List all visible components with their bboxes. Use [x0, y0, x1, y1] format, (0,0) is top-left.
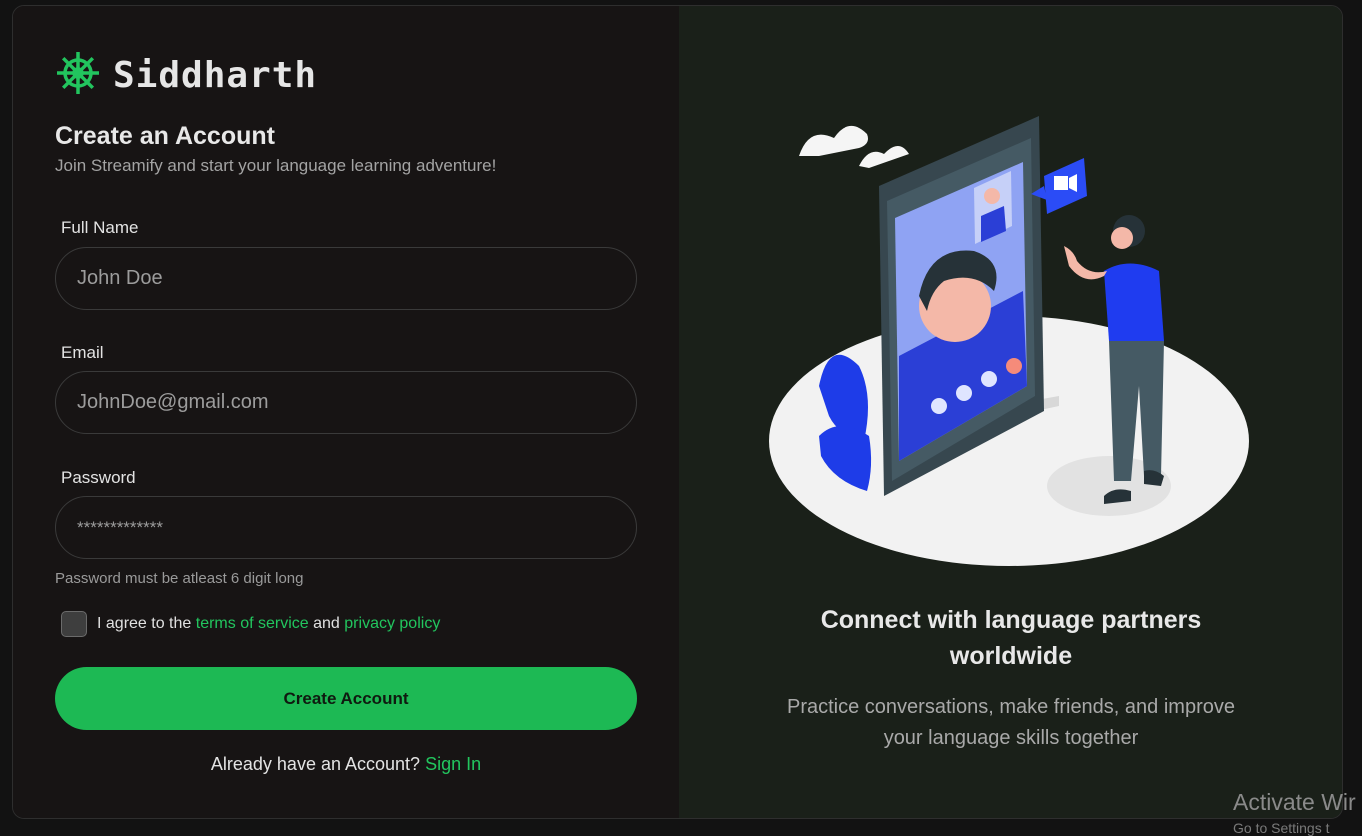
privacy-link[interactable]: privacy policy: [344, 615, 440, 632]
full-name-input[interactable]: [55, 247, 637, 310]
full-name-label: Full Name: [61, 218, 139, 237]
signin-link[interactable]: Sign In: [425, 754, 481, 774]
email-label: Email: [61, 343, 104, 362]
create-account-button[interactable]: Create Account: [55, 667, 637, 730]
signin-prompt: Already have an Account? Sign In: [13, 754, 679, 775]
signin-prompt-text: Already have an Account?: [210, 754, 421, 774]
password-hint: Password must be atleast 6 digit long: [55, 570, 304, 587]
promo-desc-line1: Practice conversations, make friends, an…: [787, 696, 1235, 718]
promo-desc-line2: your language skills together: [883, 727, 1139, 749]
brand-name: Siddharth: [113, 55, 318, 96]
password-input[interactable]: [55, 496, 637, 559]
password-label: Password: [61, 468, 136, 487]
agree-prefix: I agree to the: [97, 615, 192, 632]
ship-wheel-icon: [55, 50, 101, 101]
agree-text: I agree to the terms of service and priv…: [97, 615, 440, 633]
signup-card: Siddharth Create an Account Join Streami…: [12, 5, 1343, 819]
promo-headline-line1: Connect with language partners: [820, 606, 1202, 634]
terms-link[interactable]: terms of service: [196, 615, 309, 632]
brand: Siddharth: [55, 50, 317, 101]
page-title: Create an Account: [55, 122, 275, 150]
activation-watermark: Activate Wir: [1233, 789, 1356, 815]
terms-checkbox[interactable]: [61, 611, 87, 637]
terms-agreement: I agree to the terms of service and priv…: [61, 611, 440, 637]
promo-headline: Connect with language partners worldwide: [679, 602, 1342, 674]
page-subtitle: Join Streamify and start your language l…: [55, 156, 497, 175]
email-input[interactable]: [55, 371, 637, 434]
signup-panel: Siddharth Create an Account Join Streami…: [13, 6, 679, 818]
promo-description: Practice conversations, make friends, an…: [679, 692, 1342, 754]
promo-headline-line2: worldwide: [949, 642, 1073, 670]
video-call-illustration: [759, 96, 1259, 581]
promo-panel: Connect with language partners worldwide…: [679, 6, 1342, 818]
activation-watermark-sub: Go to Settings t: [1233, 820, 1330, 836]
agree-and: and: [313, 615, 340, 632]
